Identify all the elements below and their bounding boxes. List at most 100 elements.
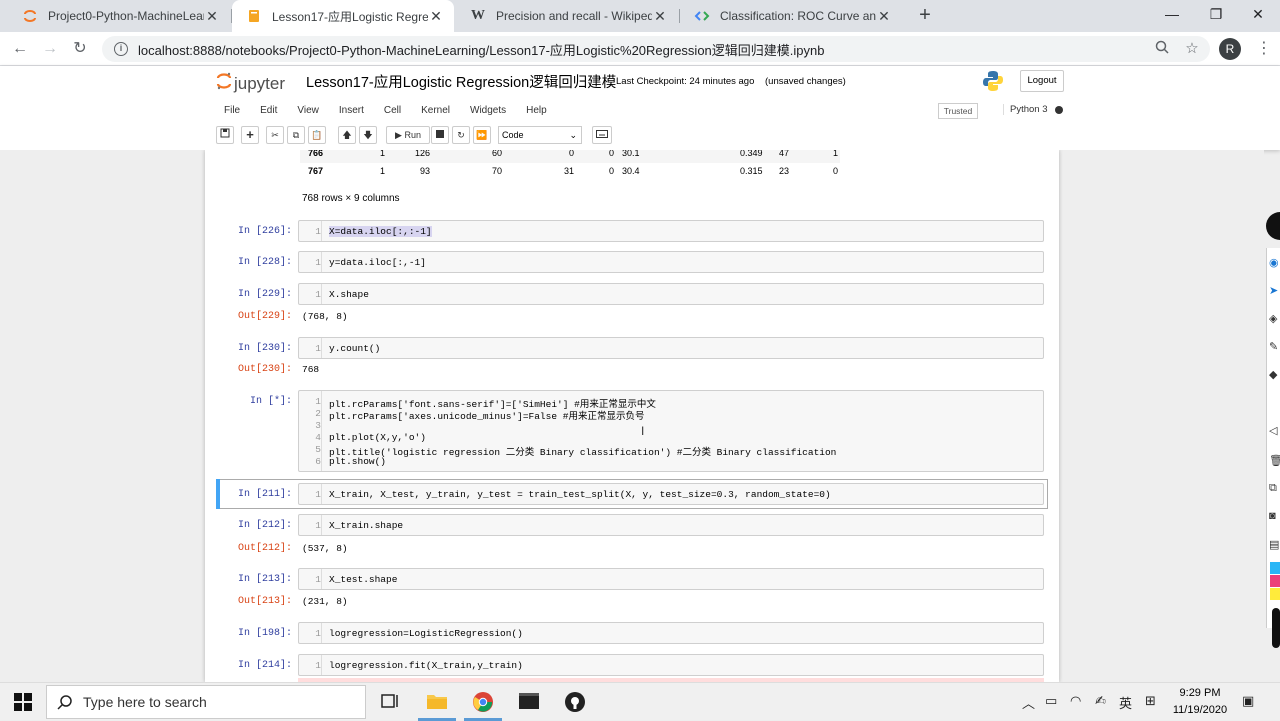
paste-button[interactable]: 📋 (308, 126, 326, 144)
restart-button[interactable]: ↻ (452, 126, 470, 144)
battery-icon[interactable]: ▭ (1045, 693, 1057, 709)
color-swatch-magenta[interactable] (1270, 575, 1280, 587)
logout-button[interactable]: Logout (1020, 70, 1064, 92)
clock-time[interactable]: 9:29 PM (1172, 687, 1228, 699)
browser-menu-icon[interactable]: ⋮ (1252, 37, 1276, 61)
code-cell[interactable]: 1 X.shape (298, 283, 1044, 305)
code-cell[interactable]: 1 X_train.shape (298, 514, 1044, 536)
code-cell[interactable]: 1 X_test.shape (298, 568, 1044, 590)
menu-file[interactable]: File (224, 105, 240, 116)
jupyter-logo[interactable]: jupyter (216, 71, 285, 96)
close-icon[interactable]: ✕ (876, 8, 892, 25)
close-icon[interactable]: ✕ (204, 8, 220, 25)
unsaved-status: (unsaved changes) (765, 76, 846, 87)
terminal-icon[interactable] (518, 691, 540, 713)
minimize-button[interactable]: — (1150, 0, 1194, 30)
copy-button[interactable]: ⧉ (287, 126, 305, 144)
cut-button[interactable]: ✂ (266, 126, 284, 144)
wifi-icon[interactable]: ◠ (1070, 693, 1081, 709)
info-icon[interactable]: i (114, 42, 128, 56)
chevron-up-icon[interactable]: ︿ (1022, 693, 1035, 712)
file-explorer-icon[interactable] (426, 691, 448, 713)
code-cell[interactable]: 1 y.count() (298, 337, 1044, 359)
copy-icon[interactable]: ⧉ (1269, 482, 1280, 494)
chrome-icon[interactable] (472, 691, 494, 713)
close-window-button[interactable]: ✕ (1236, 0, 1280, 30)
cell-output: (768, 8) (302, 311, 348, 322)
taskbar-search[interactable]: Type here to search (46, 685, 366, 719)
insert-cell-button[interactable]: + (241, 126, 259, 144)
stop-icon (436, 130, 444, 138)
eye-icon[interactable]: ◉ (1269, 256, 1280, 269)
menu-kernel[interactable]: Kernel (421, 105, 450, 116)
maximize-button[interactable]: ❐ (1194, 0, 1238, 30)
ime-mode-icon[interactable]: ⊞ (1145, 693, 1156, 709)
reload-button[interactable]: ↻ (68, 37, 92, 61)
task-view-icon[interactable] (380, 691, 402, 713)
tab-project0[interactable]: Project0-Python-MachineLearnin ✕ (8, 0, 230, 32)
forward-button[interactable]: → (38, 37, 62, 61)
cell-prompt: In [226]: (237, 226, 292, 237)
notifications-icon[interactable]: ▣ (1242, 693, 1254, 709)
code-cell[interactable]: 1 logregression.fit(X_train,y_train) (298, 654, 1044, 676)
menu-widgets[interactable]: Widgets (470, 105, 506, 116)
interrupt-button[interactable] (431, 126, 449, 144)
bookmark-star-icon[interactable]: ☆ (1180, 37, 1204, 61)
cell-output: 768 (302, 364, 320, 375)
windows-start-icon[interactable] (14, 693, 32, 711)
code-line: logregression.fit(X_train,y_train) (329, 660, 523, 671)
camera-icon[interactable]: ◙ (1269, 510, 1280, 522)
close-icon[interactable]: ✕ (652, 8, 668, 25)
pen-icon[interactable]: ✎ (1269, 340, 1280, 353)
pen-workspace-icon[interactable]: ✍ (1095, 693, 1106, 709)
browser-tab-strip: Project0-Python-MachineLearnin ✕ Lesson1… (0, 0, 1280, 32)
document-icon[interactable]: ▤ (1269, 538, 1280, 551)
save-button[interactable] (216, 126, 234, 144)
play-icon: ▶ (395, 130, 402, 140)
back-button[interactable]: ← (8, 37, 32, 61)
address-bar[interactable]: i localhost:8888/notebooks/Project0-Pyth… (102, 36, 1210, 62)
tab-wikipedia[interactable]: W Precision and recall - Wikipedia ✕ (456, 0, 678, 32)
annotation-toggle-icon[interactable] (1266, 212, 1280, 240)
new-tab-button[interactable]: + (914, 4, 936, 26)
close-icon[interactable]: ✕ (428, 8, 444, 25)
trash-icon[interactable]: 🗑 (1269, 454, 1280, 467)
menu-help[interactable]: Help (526, 105, 547, 116)
eraser-icon[interactable]: ◈ (1269, 312, 1280, 325)
menu-insert[interactable]: Insert (339, 105, 364, 116)
code-cell[interactable]: 1 logregression=LogisticRegression() (298, 622, 1044, 644)
tab-roc-curve[interactable]: Classification: ROC Curve and AU ✕ (680, 0, 902, 32)
github-desktop-icon[interactable] (564, 691, 586, 713)
code-cell-selected[interactable]: 1 X_train, X_test, y_train, y_test = tra… (298, 483, 1044, 505)
slider-handle[interactable] (1272, 608, 1280, 648)
trusted-badge[interactable]: Trusted (938, 103, 978, 119)
tab-lesson17[interactable]: Lesson17-应用Logistic Regressio ✕ (232, 0, 454, 32)
ime-language-indicator[interactable]: 英 (1119, 693, 1132, 712)
code-cell[interactable]: 1 X=data.iloc[:,:-1] (298, 220, 1044, 242)
code-line: plt.show() (329, 456, 387, 467)
code-cell[interactable]: 1 y=data.iloc[:,-1] (298, 251, 1044, 273)
dataframe-summary: 768 rows × 9 columns (302, 193, 400, 204)
color-swatch-cyan[interactable] (1270, 562, 1280, 574)
notebook-icon (246, 8, 262, 24)
restart-run-all-button[interactable]: ⏩ (473, 126, 491, 144)
code-line: X_train.shape (329, 520, 404, 531)
clock-date[interactable]: 11/19/2020 (1172, 704, 1228, 716)
menu-view[interactable]: View (297, 105, 319, 116)
cell-type-select[interactable]: Code ⌄ (498, 126, 582, 144)
menu-cell[interactable]: Cell (384, 105, 401, 116)
move-up-button[interactable]: 🡅 (338, 126, 356, 144)
highlighter-icon[interactable]: ◆ (1269, 368, 1280, 381)
run-button[interactable]: ▶ Run (386, 126, 430, 144)
profile-avatar[interactable]: R (1219, 38, 1241, 60)
arrow-left-icon[interactable]: ◁ (1269, 424, 1280, 437)
notebook-scroll-area[interactable]: 766 1 126 60 0 0 30.1 0.349 47 1 767 1 9… (0, 150, 1264, 682)
command-palette-button[interactable] (592, 126, 612, 144)
color-swatch-yellow[interactable] (1270, 588, 1280, 600)
menu-edit[interactable]: Edit (260, 105, 277, 116)
move-down-button[interactable]: 🡇 (359, 126, 377, 144)
zoom-icon[interactable] (1150, 37, 1174, 61)
pointer-icon[interactable]: ➤ (1269, 284, 1280, 297)
notebook-name[interactable]: Lesson17-应用Logistic Regression逻辑回归建模 (306, 71, 616, 92)
code-cell[interactable]: 1 2 3 4 5 6 plt.rcParams['font.sans-seri… (298, 390, 1044, 472)
